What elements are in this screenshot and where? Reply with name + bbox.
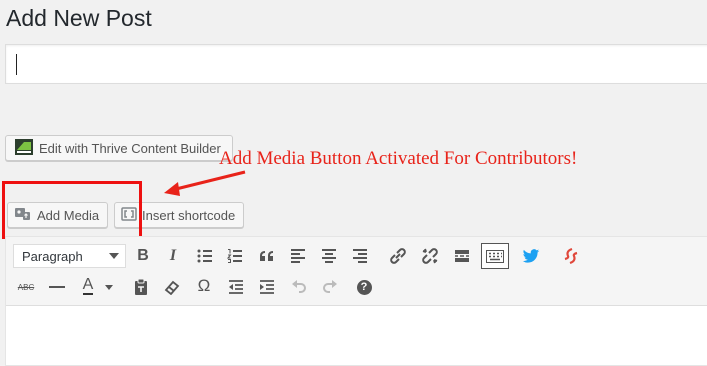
- italic-icon[interactable]: I: [161, 244, 185, 268]
- insert-link-icon[interactable]: [386, 244, 410, 268]
- align-left-icon[interactable]: [286, 244, 310, 268]
- chevron-down-icon: [109, 253, 119, 259]
- edit-with-thrive-label: Edit with Thrive Content Builder: [39, 140, 221, 156]
- shortcode-icon[interactable]: [559, 244, 583, 268]
- format-select-value: Paragraph: [22, 248, 83, 264]
- annotation-highlight-box: [2, 181, 142, 239]
- numbered-list-icon[interactable]: [223, 244, 247, 268]
- thrive-icon: [14, 138, 34, 159]
- editor-content-area[interactable]: [6, 306, 707, 365]
- increase-indent-icon[interactable]: [255, 275, 279, 299]
- edit-with-thrive-button[interactable]: Edit with Thrive Content Builder: [5, 135, 233, 161]
- blockquote-icon[interactable]: [255, 244, 279, 268]
- editor-toolbar: Paragraph B I ABC A Ω ?: [6, 237, 707, 306]
- bulleted-list-icon[interactable]: [193, 244, 217, 268]
- remove-link-icon[interactable]: [418, 244, 442, 268]
- help-glyph: ?: [356, 279, 372, 295]
- text-cursor: [16, 54, 17, 75]
- help-icon[interactable]: ?: [352, 275, 376, 299]
- text-color-icon[interactable]: A: [76, 274, 100, 298]
- horizontal-line-icon[interactable]: [45, 275, 69, 299]
- bold-icon[interactable]: B: [131, 244, 155, 268]
- strikethrough-icon[interactable]: ABC: [14, 275, 38, 299]
- annotation-arrow: [164, 170, 246, 196]
- text-color-glyph: A: [82, 276, 94, 295]
- text-color-dropdown-icon[interactable]: [102, 275, 116, 299]
- align-right-icon[interactable]: [348, 244, 372, 268]
- undo-icon[interactable]: [287, 275, 311, 299]
- clear-formatting-icon[interactable]: [160, 275, 184, 299]
- decrease-indent-icon[interactable]: [224, 275, 248, 299]
- format-select[interactable]: Paragraph: [13, 244, 126, 268]
- toolbar-toggle-icon[interactable]: [481, 243, 509, 269]
- post-title-input[interactable]: [5, 44, 707, 84]
- twitter-icon[interactable]: [519, 244, 543, 268]
- annotation-text: Add Media Button Activated For Contribut…: [219, 148, 578, 169]
- page-title: Add New Post: [6, 5, 152, 31]
- redo-icon[interactable]: [318, 275, 342, 299]
- read-more-icon[interactable]: [450, 244, 474, 268]
- post-editor: Paragraph B I ABC A Ω ?: [5, 236, 707, 366]
- paste-as-text-icon[interactable]: [129, 275, 153, 299]
- special-character-icon[interactable]: Ω: [192, 274, 216, 298]
- insert-shortcode-label: Insert shortcode: [142, 207, 236, 223]
- align-center-icon[interactable]: [317, 244, 341, 268]
